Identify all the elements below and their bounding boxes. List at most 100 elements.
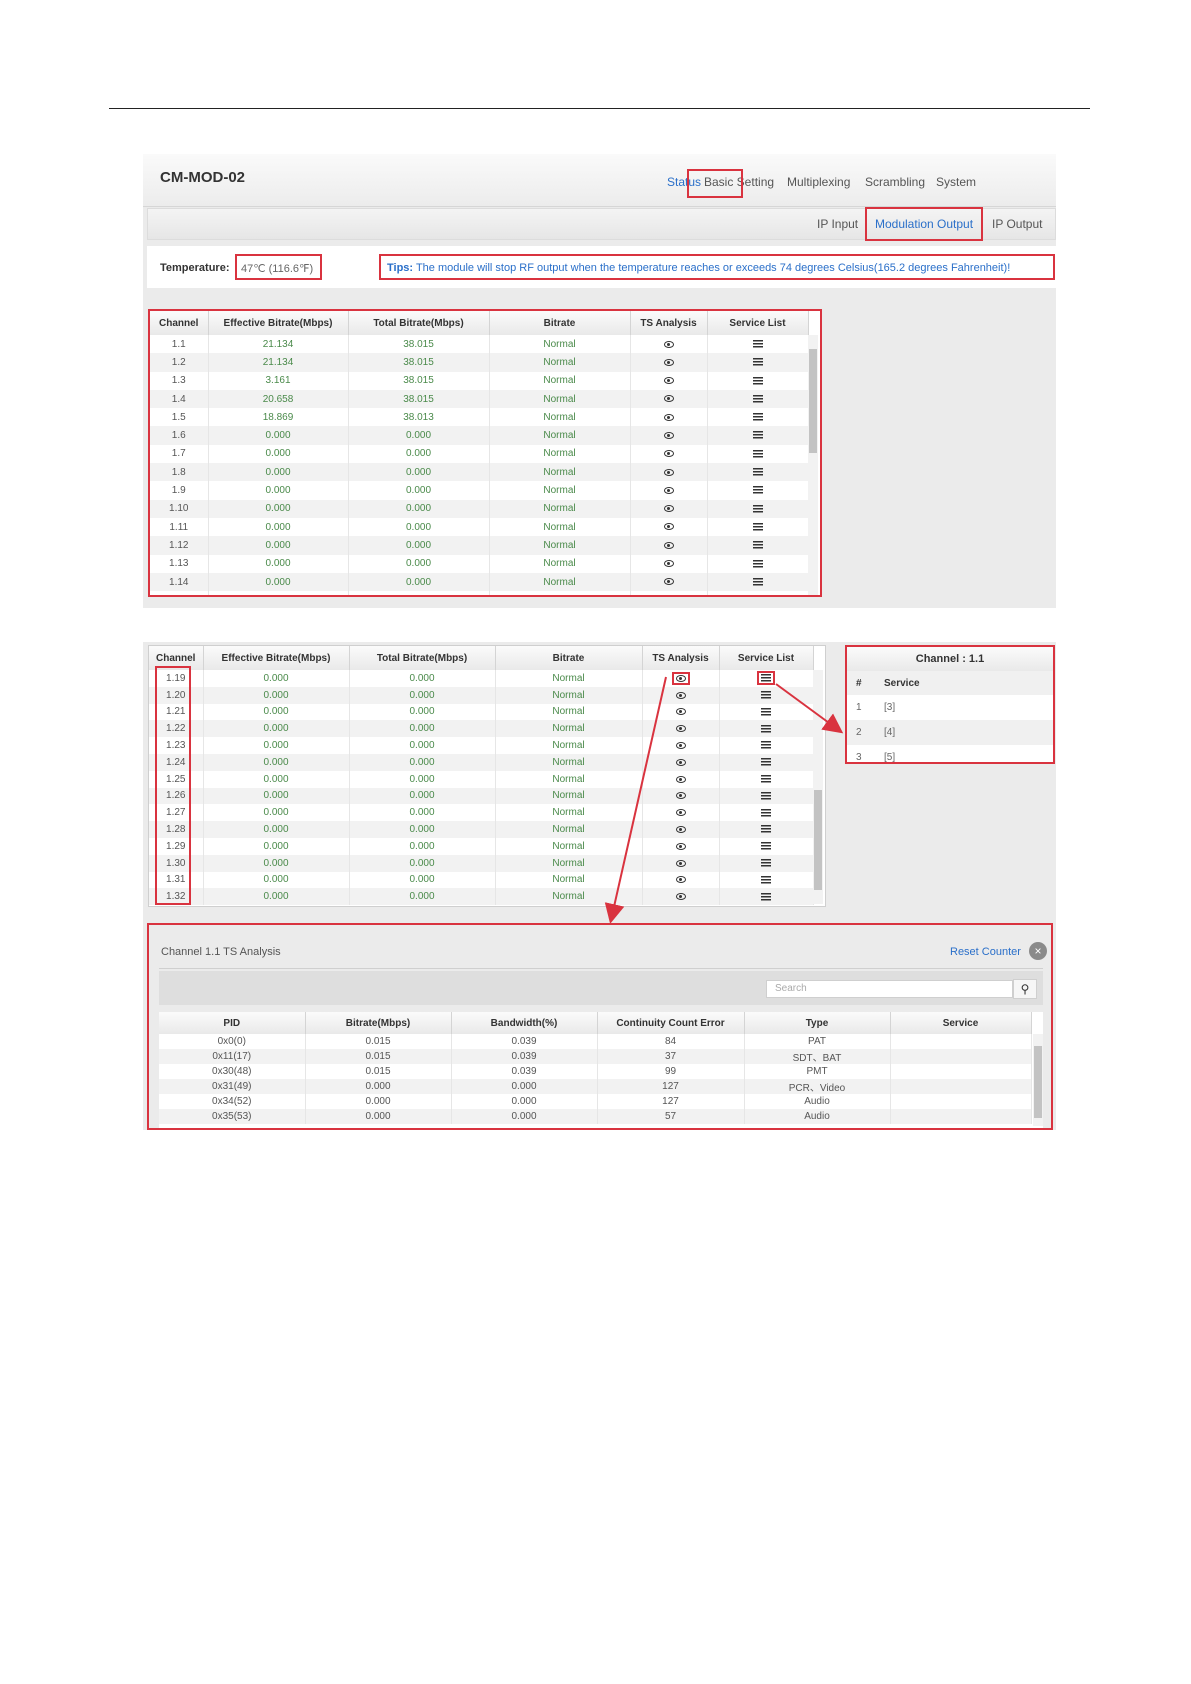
table-row: 1.14 0.000 0.000 Normal: [150, 572, 809, 592]
list-icon[interactable]: [752, 376, 763, 385]
list-icon[interactable]: [752, 394, 763, 403]
ts-analysis-cell: [630, 335, 708, 354]
bitrate-status-cell: Normal: [489, 554, 631, 573]
bitrate-status-cell: Normal: [489, 572, 631, 592]
type-cell: SDT、BAT: [744, 1049, 891, 1064]
type-cell: Audio: [744, 1094, 891, 1109]
table-row: 1.4 20.658 38.015 Normal: [150, 389, 809, 409]
channel-cell: 1.1: [150, 335, 209, 354]
bitrate-status-cell: Normal: [489, 426, 631, 445]
close-icon[interactable]: ×: [1029, 942, 1047, 960]
list-icon[interactable]: [752, 358, 763, 367]
nav-scrambling[interactable]: Scrambling: [865, 175, 925, 189]
effective-bitrate-cell: 0.000: [208, 444, 349, 464]
list-icon[interactable]: [752, 413, 763, 422]
table-row: 1.8 0.000 0.000 Normal: [150, 463, 809, 482]
list-icon[interactable]: [752, 340, 763, 348]
nav-system[interactable]: System: [936, 175, 976, 189]
list-icon[interactable]: [752, 541, 763, 550]
list-icon[interactable]: [752, 559, 763, 568]
list-icon[interactable]: [752, 449, 763, 458]
channel-cell: 1.10: [150, 499, 209, 518]
eye-icon[interactable]: [663, 486, 674, 494]
subnav-ip-output[interactable]: IP Output: [992, 217, 1042, 231]
highlight-modulation-output: [865, 207, 983, 241]
effective-bitrate-cell: 3.161: [208, 371, 349, 390]
eye-icon[interactable]: [663, 560, 674, 568]
eye-icon[interactable]: [663, 578, 674, 586]
cc-error-cell: 127: [597, 1094, 745, 1109]
list-icon[interactable]: [753, 596, 763, 597]
service-list-cell: [707, 389, 809, 409]
arrow-to-ts-analysis: [604, 676, 667, 924]
column-header: Service List: [707, 311, 809, 335]
column-header: Channel: [150, 311, 209, 335]
screenshot-status: CM-MOD-02 Status Basic Setting Multiplex…: [143, 154, 1056, 608]
service-list-cell: [707, 463, 809, 482]
pid-cell: 0x34(52): [159, 1094, 306, 1109]
eye-icon[interactable]: [663, 523, 674, 531]
column-header: Continuity Count Error: [597, 1012, 745, 1034]
pid-cell: 0x11(17): [159, 1049, 306, 1064]
eye-icon[interactable]: [663, 340, 674, 348]
eye-icon[interactable]: [663, 468, 674, 476]
effective-bitrate-cell: 0.000: [208, 481, 349, 500]
effective-bitrate-cell: 21.134: [208, 353, 349, 372]
eye-icon[interactable]: [663, 541, 674, 549]
list-icon[interactable]: [752, 468, 763, 477]
eye-icon[interactable]: [663, 413, 674, 421]
ts-analysis-cell: [630, 572, 708, 592]
channel-cell: 1.15: [150, 591, 209, 595]
eye-icon[interactable]: [663, 395, 674, 403]
effective-bitrate-cell: 0.000: [208, 591, 349, 595]
channel-cell: 1.2: [150, 353, 209, 372]
list-icon[interactable]: [752, 577, 763, 586]
effective-bitrate-cell: 21.134: [208, 335, 349, 354]
ts-analysis-cell: [630, 481, 708, 500]
top-navbar: CM-MOD-02 Status Basic Setting Multiplex…: [143, 154, 1056, 207]
total-bitrate-cell: 0.000: [348, 444, 490, 464]
subnav-ip-input[interactable]: IP Input: [817, 217, 858, 231]
eye-icon[interactable]: [663, 450, 674, 458]
status-table-scrollbar[interactable]: [808, 335, 818, 595]
search-input[interactable]: Search: [766, 980, 1013, 998]
ts-analysis-table-panel: PID Bitrate(Mbps) Bandwidth(%) Continuity C…: [159, 1012, 1043, 1128]
ts-table-scrollbar[interactable]: [1033, 1034, 1043, 1126]
search-icon[interactable]: ⚲: [1013, 979, 1037, 999]
eye-icon[interactable]: [663, 505, 674, 513]
service-list-cell: [707, 353, 809, 372]
list-icon[interactable]: [752, 486, 763, 495]
bandwidth-cell: 0.039: [451, 1034, 598, 1049]
column-header: PID: [159, 1012, 306, 1034]
eye-icon[interactable]: [663, 431, 674, 439]
channel-cell: 1.8: [150, 463, 209, 482]
effective-bitrate-cell: 20.658: [208, 389, 349, 409]
type-cell: PMT: [744, 1064, 891, 1079]
total-bitrate-cell: 38.015: [348, 371, 490, 390]
total-bitrate-cell: 38.013: [348, 408, 490, 427]
table-row: 0x11(17) 0.015 0.039 37 SDT、BAT: [159, 1049, 1032, 1064]
nav-multiplexing[interactable]: Multiplexing: [787, 175, 850, 189]
service-list-cell: [707, 408, 809, 427]
service-cell: [890, 1049, 1032, 1064]
eye-icon[interactable]: [663, 358, 674, 366]
channel-cell: 1.4: [150, 389, 209, 409]
ts-analysis-table: PID Bitrate(Mbps) Bandwidth(%) Continuity C…: [159, 1012, 1032, 1124]
effective-bitrate-cell: 18.869: [208, 408, 349, 427]
table-row: 0x35(53) 0.000 0.000 57 Audio: [159, 1109, 1032, 1124]
divider: [159, 968, 1043, 969]
table-row: 1.1 21.134 38.015 Normal: [150, 335, 809, 354]
service-list-cell: [707, 572, 809, 592]
reset-counter-link[interactable]: Reset Counter: [950, 946, 1021, 958]
list-icon[interactable]: [752, 522, 763, 531]
list-icon[interactable]: [752, 431, 763, 440]
eye-icon[interactable]: [663, 377, 674, 385]
service-list-cell: [707, 371, 809, 390]
service-list-cell: [707, 426, 809, 445]
total-bitrate-cell: 38.015: [348, 353, 490, 372]
list-icon[interactable]: [752, 504, 763, 513]
type-cell: Audio: [744, 1109, 891, 1124]
bitrate-status-cell: Normal: [489, 463, 631, 482]
channel-cell: 1.11: [150, 517, 209, 537]
ts-analysis-title: Channel 1.1 TS Analysis: [161, 946, 281, 958]
